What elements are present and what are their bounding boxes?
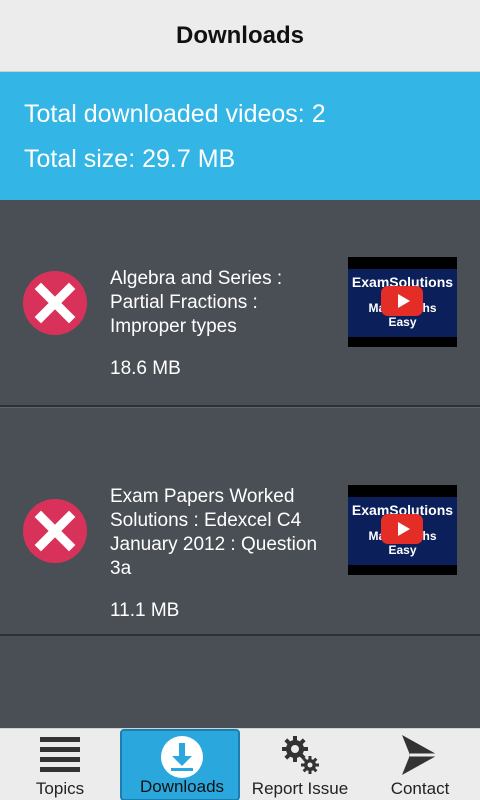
- gear-icon: [282, 736, 319, 774]
- nav-label: Contact: [390, 779, 450, 798]
- nav-label: Report Issue: [251, 779, 349, 798]
- total-videos-label: Total downloaded videos: 2: [24, 100, 326, 128]
- downloads-list: Algebra and Series : Partial Fractions :…: [0, 200, 480, 636]
- close-icon: [34, 282, 76, 324]
- total-size-label: Total size: 29.7 MB: [24, 145, 236, 173]
- video-size: 18.6 MB: [110, 358, 181, 379]
- download-icon: [161, 736, 203, 778]
- video-title: Exam Papers Worked Solutions : Edexcel C…: [110, 486, 318, 579]
- download-info: Exam Papers Worked Solutions : Edexcel C…: [110, 485, 330, 622]
- nav-contact[interactable]: Contact: [360, 729, 480, 800]
- delete-button[interactable]: [23, 271, 87, 335]
- app-header: Downloads: [0, 0, 480, 72]
- close-icon: [34, 510, 76, 552]
- download-item: Exam Papers Worked Solutions : Edexcel C…: [0, 407, 480, 636]
- video-size: 11.1 MB: [110, 600, 180, 621]
- nav-topics[interactable]: Topics: [0, 729, 120, 800]
- nav-downloads[interactable]: Downloads: [120, 729, 240, 800]
- video-thumbnail[interactable]: ExamSolutions Make MathsEasy: [348, 485, 457, 575]
- play-icon: [381, 514, 423, 544]
- page-title: Downloads: [175, 21, 304, 49]
- video-title: Algebra and Series : Partial Fractions :…: [110, 268, 283, 337]
- download-summary: Total downloaded videos: 2 Total size: 2…: [0, 72, 480, 200]
- download-info: Algebra and Series : Partial Fractions :…: [110, 267, 330, 380]
- list-icon: [40, 737, 80, 772]
- bottom-nav: Topics Downloads Report Issue Contact: [0, 728, 480, 800]
- nav-report-issue[interactable]: Report Issue: [240, 729, 360, 800]
- play-icon: [381, 286, 423, 316]
- download-item: Algebra and Series : Partial Fractions :…: [0, 200, 480, 407]
- nav-label: Topics: [35, 779, 85, 798]
- video-thumbnail[interactable]: ExamSolutions Make MathsEasy: [348, 257, 457, 347]
- delete-button[interactable]: [23, 499, 87, 563]
- nav-label: Downloads: [139, 777, 225, 796]
- send-icon: [402, 735, 438, 775]
